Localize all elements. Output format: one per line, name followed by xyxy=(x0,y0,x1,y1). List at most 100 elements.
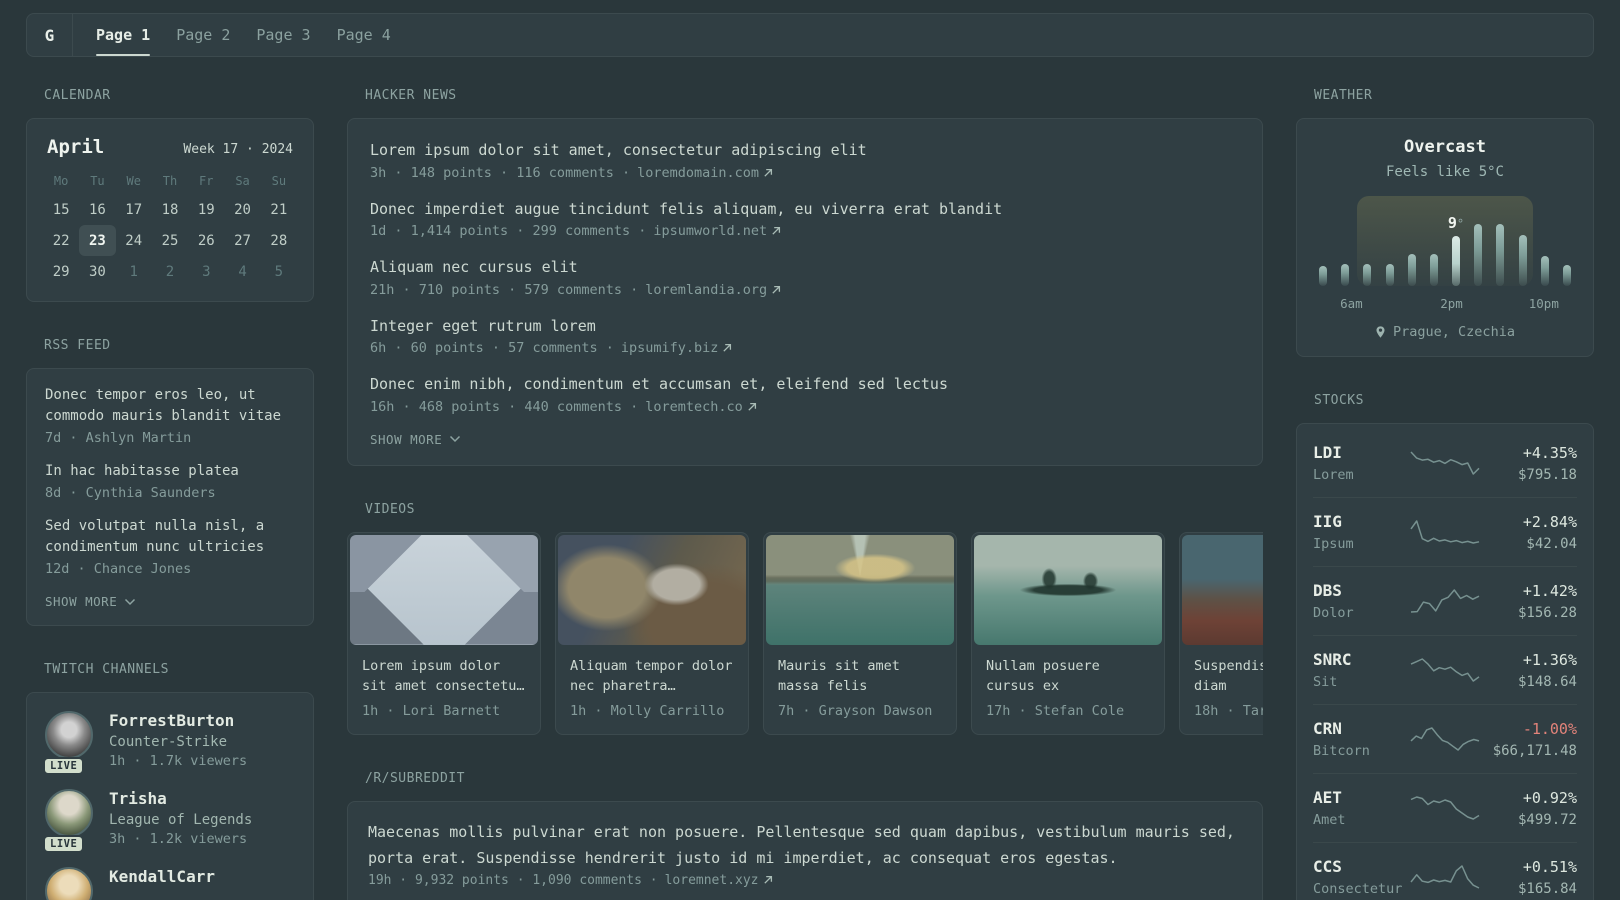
stock-row[interactable]: SNRC Sit +1.36% $148.64 xyxy=(1313,635,1577,704)
calendar-day[interactable]: 18 xyxy=(152,194,188,225)
subreddit-post-domain: loremnet.xyz xyxy=(664,873,759,889)
stock-sparkline-chart xyxy=(1410,795,1480,821)
hn-item-domain-link[interactable]: ipsumify.biz xyxy=(621,340,733,356)
calendar-day[interactable]: 22 xyxy=(43,225,79,256)
video-title: Mauris sit amet massa felis xyxy=(778,657,900,695)
hour-label: 6am xyxy=(1340,296,1363,311)
calendar-day[interactable]: 19 xyxy=(188,194,224,225)
hn-item-domain: loremtech.co xyxy=(645,398,743,415)
hn-item-domain-link[interactable]: ipsumworld.net xyxy=(653,223,781,239)
hn-item-title-link[interactable]: Lorem ipsum dolor sit amet, consectetur … xyxy=(370,139,1240,162)
calendar-day[interactable]: 28 xyxy=(261,225,297,256)
stock-row[interactable]: CRN Bitcorn -1.00% $66,171.48 xyxy=(1313,704,1577,773)
weather-bar xyxy=(1562,265,1571,286)
stock-sparkline-chart xyxy=(1410,588,1480,614)
tab-page-4[interactable]: Page 4 xyxy=(324,14,404,56)
stock-row[interactable]: AET Amet +0.92% $499.72 xyxy=(1313,773,1577,842)
videos-scroll-row[interactable]: Lorem ipsum dolor sit amet consectetu… 1… xyxy=(347,531,1263,736)
tab-page-2[interactable]: Page 2 xyxy=(163,14,243,56)
calendar-weekday: Mo xyxy=(53,174,69,188)
video-card[interactable]: Lorem ipsum dolor sit amet consectetu… 1… xyxy=(347,531,541,736)
subreddit-post-stats: 19h · 9,932 points · 1,090 comments · xyxy=(368,873,658,889)
live-badge: LIVE xyxy=(43,757,85,775)
hn-item-stats: 6h · 60 points · 57 comments · xyxy=(370,340,614,356)
calendar-day[interactable]: 3 xyxy=(188,256,224,287)
video-meta: 18h · Tara xyxy=(1194,703,1263,720)
calendar-day[interactable]: 2 xyxy=(152,256,188,287)
stock-change: +0.92% xyxy=(1522,788,1577,807)
rss-item-meta: 7d · Ashlyn Martin xyxy=(45,430,192,446)
subreddit-post: Maecenas mollis pulvinar erat non posuer… xyxy=(368,820,1242,888)
calendar-day[interactable]: 5 xyxy=(261,256,297,287)
show-more-label: SHOW MORE xyxy=(370,431,443,447)
logo[interactable]: G xyxy=(27,14,73,56)
hn-item-title-link[interactable]: Donec imperdiet augue tincidunt felis al… xyxy=(370,198,1240,221)
rss-item: Donec tempor eros leo, ut commodo mauris… xyxy=(45,385,295,446)
stocks-widget: STOCKS LDI Lorem +4.35% $795.18 IIG Ipsum +… xyxy=(1296,393,1594,900)
stock-price: $499.72 xyxy=(1517,811,1577,828)
stock-row[interactable]: DBS Dolor +1.42% $156.28 xyxy=(1313,566,1577,635)
hn-item-domain-link[interactable]: loremtech.co xyxy=(645,399,757,415)
weather-bar xyxy=(1385,264,1394,286)
video-card[interactable]: Nullam posuere cursus ex 17h · Stefan Co… xyxy=(971,531,1165,736)
subreddit-post-meta: 19h · 9,932 points · 1,090 comments · lor… xyxy=(368,873,1242,888)
twitch-channel[interactable]: KendallCarr xyxy=(45,867,295,900)
rss-item-title-link[interactable]: Donec tempor eros leo, ut commodo mauris… xyxy=(45,385,295,427)
weather-bar xyxy=(1474,224,1483,286)
calendar-panel: April Week 17 · 2024 Mo Tu We Th Fr Sa Su 15 16… xyxy=(26,118,314,302)
video-card[interactable]: Aliquam tempor dolor nec pharetra… 1h · … xyxy=(555,531,749,736)
rss-item-title-link[interactable]: In hac habitasse platea xyxy=(45,461,295,482)
calendar-day[interactable]: 27 xyxy=(224,225,260,256)
video-card-body: Aliquam tempor dolor nec pharetra… 1h · … xyxy=(558,645,746,733)
video-card[interactable]: Mauris sit amet massa felis 7h · Grayson… xyxy=(763,531,957,736)
weather-bar xyxy=(1518,235,1527,286)
hn-item-title-link[interactable]: Integer eget rutrum lorem xyxy=(370,315,1240,338)
calendar-day[interactable]: 26 xyxy=(188,225,224,256)
calendar-day[interactable]: 29 xyxy=(43,256,79,287)
avatar-image xyxy=(45,789,93,837)
calendar-weekday: Sa xyxy=(235,174,250,188)
stock-row[interactable]: LDI Lorem +4.35% $795.18 xyxy=(1313,429,1577,497)
stock-change: +1.42% xyxy=(1522,581,1577,600)
calendar-day[interactable]: 24 xyxy=(116,225,152,256)
video-card[interactable]: Suspendisse diam 18h · Tara xyxy=(1179,531,1263,736)
calendar-day[interactable]: 1 xyxy=(116,256,152,287)
calendar-day[interactable]: 21 xyxy=(261,194,297,225)
subreddit-post-title-link[interactable]: Maecenas mollis pulvinar erat non posuer… xyxy=(368,820,1242,871)
calendar-month: April xyxy=(47,136,105,158)
calendar-day[interactable]: 4 xyxy=(224,256,260,287)
rss-item-title-link[interactable]: Sed volutpat nulla nisl, a condimentum n… xyxy=(45,516,295,558)
subreddit-post-domain-link[interactable]: loremnet.xyz xyxy=(665,873,773,888)
section-label-subreddit: /R/SUBREDDIT xyxy=(365,771,465,787)
calendar-widget: CALENDAR April Week 17 · 2024 Mo Tu We Th Fr… xyxy=(26,88,314,302)
calendar-day[interactable]: 15 xyxy=(43,194,79,225)
hn-item-domain-link[interactable]: loremlandia.org xyxy=(645,282,781,298)
hn-item-title-link[interactable]: Aliquam nec cursus elit xyxy=(370,256,1240,279)
twitch-channel[interactable]: LIVE Trisha League of Legends 3h · 1.2k … xyxy=(43,789,295,853)
stock-price: $148.64 xyxy=(1517,673,1577,690)
show-more-label: SHOW MORE xyxy=(45,594,118,609)
tab-page-1[interactable]: Page 1 xyxy=(83,14,163,56)
calendar-day[interactable]: 23 xyxy=(79,225,116,256)
video-meta: 7h · Grayson Dawson xyxy=(778,703,933,720)
calendar-day[interactable]: 30 xyxy=(79,256,115,287)
tab-page-3[interactable]: Page 3 xyxy=(243,14,323,56)
calendar-day[interactable]: 17 xyxy=(116,194,152,225)
stock-name: Lorem xyxy=(1313,467,1354,483)
weather-feels-like: Feels like 5°C xyxy=(1385,164,1504,180)
video-title: Suspendisse diam xyxy=(1194,657,1263,695)
twitch-panel: LIVE ForrestBurton Counter-Strike 1h · 1… xyxy=(26,692,314,900)
twitch-channel[interactable]: LIVE ForrestBurton Counter-Strike 1h · 1… xyxy=(43,711,295,775)
hn-item-stats: 16h · 468 points · 440 comments · xyxy=(370,398,639,415)
hn-item-domain-link[interactable]: loremdomain.com xyxy=(637,165,773,181)
hn-item-title-link[interactable]: Donec enim nibh, condimentum et accumsan… xyxy=(370,373,1240,396)
show-more-button[interactable]: SHOW MORE xyxy=(45,594,136,609)
calendar-day[interactable]: 25 xyxy=(152,225,188,256)
stock-row[interactable]: CCS Consectetur +0.51% $165.84 xyxy=(1313,842,1577,900)
calendar-day[interactable]: 16 xyxy=(79,194,115,225)
stock-row[interactable]: IIG Ipsum +2.84% $42.04 xyxy=(1313,497,1577,566)
avatar xyxy=(45,867,93,900)
calendar-day[interactable]: 20 xyxy=(224,194,260,225)
show-more-button[interactable]: SHOW MORE xyxy=(370,432,461,447)
hn-item: Donec enim nibh, condimentum et accumsan… xyxy=(370,373,1240,415)
